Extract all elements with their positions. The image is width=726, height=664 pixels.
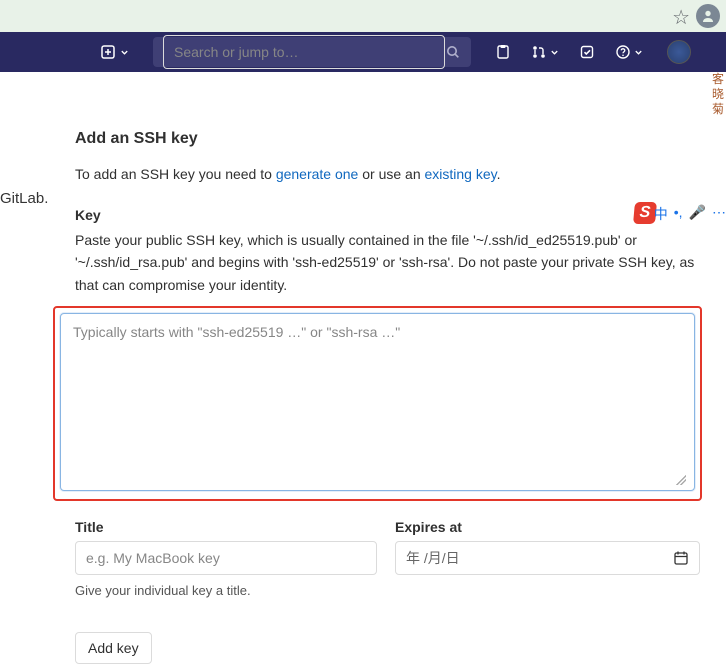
browser-chrome-bar: ☆ (0, 0, 726, 32)
ssh-key-form: Add an SSH key To add an SSH key you nee… (75, 130, 700, 664)
search-icon[interactable] (445, 44, 461, 60)
global-search[interactable] (153, 37, 471, 67)
generate-one-link[interactable]: generate one (276, 166, 359, 182)
caret-down-icon (120, 48, 129, 57)
existing-key-link[interactable]: existing key (425, 166, 497, 182)
issues-icon[interactable] (495, 44, 511, 60)
calendar-icon (673, 550, 689, 566)
title-hint: Give your individual key a title. (75, 583, 377, 598)
intro-text: To add an SSH key you need to generate o… (75, 164, 700, 185)
highlight-annotation (53, 306, 702, 501)
title-label: Title (75, 519, 377, 535)
browser-profile-icon[interactable] (696, 4, 720, 28)
help-icon[interactable] (615, 44, 643, 60)
key-description: Paste your public SSH key, which is usua… (75, 229, 700, 296)
merge-requests-icon[interactable] (531, 44, 559, 60)
user-avatar[interactable] (667, 40, 691, 64)
floating-username-chars: 客晓菊 (712, 72, 724, 117)
add-key-button[interactable]: Add key (75, 632, 152, 664)
date-placeholder: 年 /月/日 (406, 548, 460, 568)
expires-date-input[interactable]: 年 /月/日 (395, 541, 700, 575)
caret-down-icon (634, 48, 643, 57)
section-heading: Add an SSH key (75, 130, 700, 148)
search-input[interactable] (163, 35, 445, 69)
create-new-button[interactable] (100, 44, 129, 60)
caret-down-icon (550, 48, 559, 57)
todos-icon[interactable] (579, 44, 595, 60)
ssh-key-textarea[interactable] (60, 313, 695, 491)
sidebar-gitlab-label: GitLab. (0, 190, 48, 207)
title-input[interactable] (75, 541, 377, 575)
ime-more-icon[interactable]: ⋯ (712, 204, 726, 224)
gitlab-navbar (0, 32, 726, 72)
bookmark-star-icon[interactable]: ☆ (672, 5, 690, 30)
nav-icon-group (495, 40, 691, 64)
expires-label: Expires at (395, 519, 700, 535)
key-label: Key (75, 207, 700, 223)
